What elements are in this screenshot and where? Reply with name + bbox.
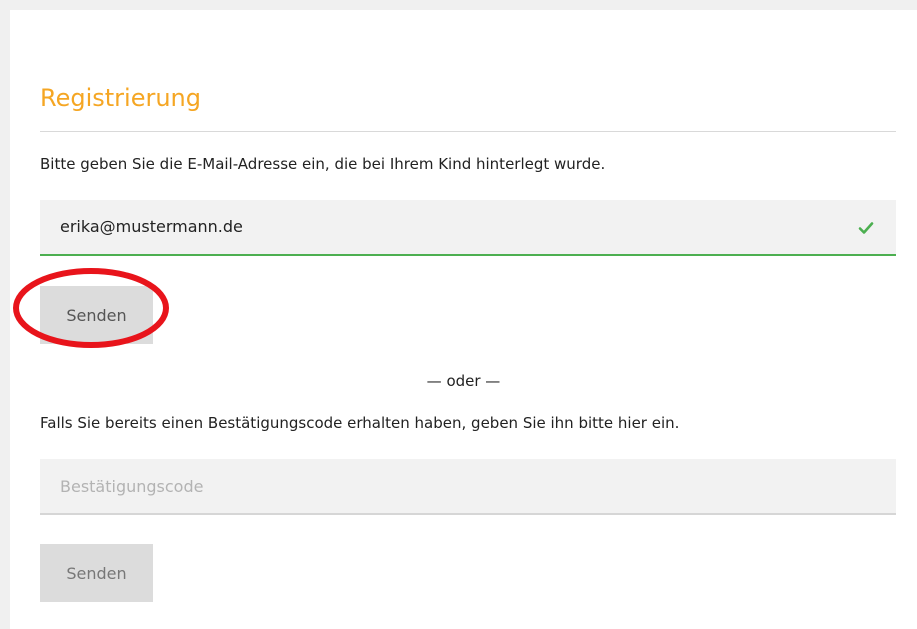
or-separator: — oder — <box>426 372 501 390</box>
registration-card: Registrierung Bitte geben Sie die E-Mail… <box>10 10 917 629</box>
page-title: Registrierung <box>40 84 202 112</box>
email-field[interactable]: erika@mustermann.de <box>40 200 896 256</box>
title-divider <box>40 131 896 132</box>
email-instruction: Bitte geben Sie die E-Mail-Adresse ein, … <box>40 155 606 173</box>
email-value[interactable]: erika@mustermann.de <box>60 217 243 236</box>
send-code-button[interactable]: Senden <box>40 544 153 602</box>
confirmation-code-input[interactable] <box>40 459 896 515</box>
check-icon <box>858 222 874 234</box>
send-email-button[interactable]: Senden <box>40 286 153 344</box>
code-instruction: Falls Sie bereits einen Bestätigungscode… <box>40 414 680 432</box>
